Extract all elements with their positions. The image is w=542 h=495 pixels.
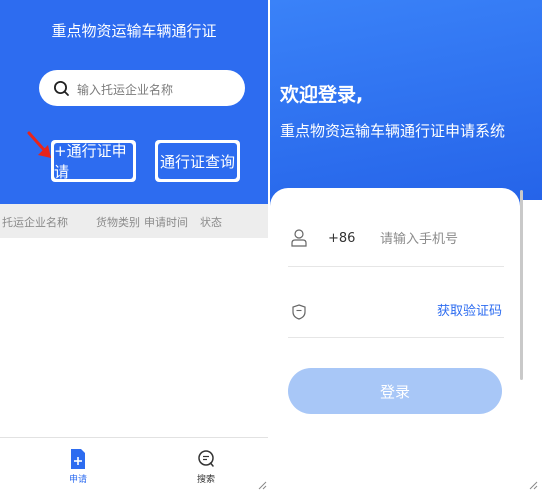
column-header-status: 状态	[200, 216, 222, 229]
get-code-button[interactable]: 获取验证码	[437, 300, 502, 319]
tab-apply[interactable]: 申请	[48, 444, 108, 485]
query-permit-button[interactable]: 通行证查询	[155, 140, 240, 182]
table-header: 托运企业名称 货物类别 申请时间 状态	[0, 204, 268, 238]
search-icon	[198, 450, 214, 467]
phone-field-row: +86	[288, 225, 504, 267]
tab-apply-label: 申请	[68, 475, 87, 485]
left-header: 重点物资运输车辆通行证 输入托运企业名称	[0, 0, 268, 120]
search-box[interactable]: 输入托运企业名称	[39, 70, 245, 106]
bottom-tab-bar: 申请 搜索	[0, 437, 268, 495]
system-name: 重点物资运输车辆通行证申请系统	[280, 122, 506, 140]
user-icon	[291, 229, 307, 247]
verification-code-row[interactable]: 获取验证码	[288, 294, 504, 338]
column-header-cargo: 货物类别	[96, 216, 140, 229]
query-permit-button-label: 通行证查询	[158, 143, 237, 179]
apply-permit-button-label: +通行证申请	[54, 142, 133, 181]
login-header: 欢迎登录, 重点物资运输车辆通行证申请系统	[270, 0, 542, 215]
tab-search[interactable]: 搜索	[176, 444, 236, 485]
search-placeholder: 输入托运企业名称	[77, 83, 174, 97]
add-document-icon	[71, 449, 85, 469]
right-screen: 欢迎登录, 重点物资运输车辆通行证申请系统 +86 获取验证码 登录	[270, 0, 542, 495]
column-header-time: 申请时间	[144, 216, 188, 229]
left-app-title: 重点物资运输车辆通行证	[51, 22, 217, 40]
phone-input[interactable]	[380, 229, 500, 249]
column-header-company: 托运企业名称	[2, 216, 68, 229]
welcome-heading: 欢迎登录,	[280, 84, 364, 106]
resize-grip-icon[interactable]	[257, 480, 267, 490]
apply-permit-button[interactable]: +通行证申请	[51, 140, 136, 182]
resize-grip-icon[interactable]	[528, 480, 538, 490]
scroll-gutter	[520, 200, 542, 495]
search-icon	[54, 81, 69, 96]
login-button[interactable]: 登录	[288, 368, 502, 414]
country-code[interactable]: +86	[328, 231, 355, 246]
scrollbar[interactable]	[520, 190, 523, 380]
left-screen: 重点物资运输车辆通行证 输入托运企业名称 +通行证申请 通行证查询 托运企业名称…	[0, 0, 268, 495]
tab-search-label: 搜索	[196, 475, 215, 485]
shield-icon	[292, 304, 306, 320]
